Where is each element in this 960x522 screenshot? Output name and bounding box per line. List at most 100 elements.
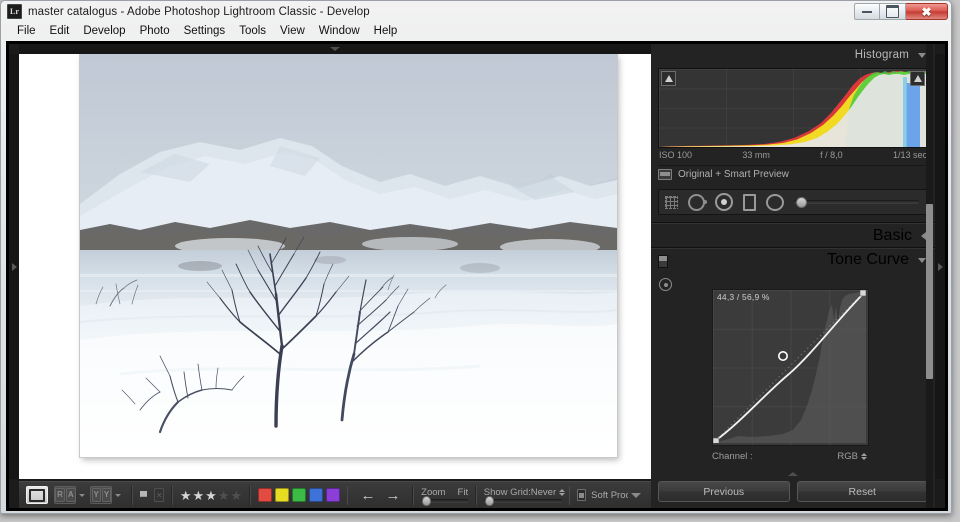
zoom-slider-track[interactable] [421, 496, 469, 506]
star-5[interactable]: ★ [230, 489, 242, 502]
crop-overlay-tool[interactable] [665, 195, 678, 209]
minimize-button[interactable] [854, 3, 880, 20]
before-after-dropdown-icon[interactable] [79, 493, 86, 497]
rating-stars[interactable]: ★ ★ ★ ★ ★ [180, 489, 242, 502]
tool-slider-track[interactable] [794, 197, 919, 208]
highlight-clipping-button[interactable] [910, 71, 925, 86]
tool-slider-knob[interactable] [796, 197, 807, 208]
tone-curve-svg [713, 290, 866, 443]
show-grid-control[interactable]: Show Grid: Never [483, 487, 566, 506]
show-grid-slider-knob[interactable] [484, 496, 494, 506]
show-grid-value[interactable]: Never [531, 487, 556, 498]
photo-frame[interactable] [80, 54, 617, 457]
preview-status-row[interactable]: Original + Smart Preview [658, 165, 928, 183]
menu-tools[interactable]: Tools [232, 24, 273, 38]
star-1[interactable]: ★ [180, 489, 192, 502]
tone-curve-graph[interactable]: 44,3 / 56,9 % [712, 289, 869, 446]
channel-value[interactable]: RGB [837, 451, 858, 462]
label-yellow[interactable] [274, 488, 289, 502]
divider [171, 485, 173, 505]
red-eye-icon [715, 193, 733, 211]
spot-removal-icon [688, 193, 707, 211]
before-after-view-button[interactable]: RA [54, 486, 77, 504]
soft-proofing-checkbox[interactable] [577, 489, 587, 501]
label-blue[interactable] [308, 488, 323, 502]
menu-edit[interactable]: Edit [43, 24, 77, 38]
image-canvas[interactable] [19, 54, 651, 479]
menu-develop[interactable]: Develop [76, 24, 132, 38]
spot-removal-tool[interactable] [688, 193, 707, 211]
tone-curve-toggle-switch[interactable] [658, 255, 668, 268]
chevron-up-icon [788, 472, 798, 476]
top-panel-toggle[interactable] [19, 44, 651, 54]
previous-button[interactable]: Previous [658, 481, 790, 502]
triangle-up-icon [664, 75, 673, 82]
star-2[interactable]: ★ [193, 489, 205, 502]
tone-curve-header[interactable]: Tone Curve [651, 249, 935, 271]
histogram-curves [659, 71, 927, 147]
targeted-adjustment-tool[interactable] [659, 278, 672, 291]
chevron-down-icon[interactable] [918, 52, 926, 58]
graduated-filter-tool[interactable] [743, 193, 756, 211]
compare-view-button[interactable]: YY [90, 486, 113, 504]
reset-button[interactable]: Reset [796, 481, 928, 502]
radial-filter-icon [766, 193, 784, 211]
zoom-slider-knob[interactable] [422, 496, 432, 506]
graduated-filter-icon [743, 193, 756, 211]
compare-dropdown-icon[interactable] [115, 493, 122, 497]
right-panel-bottom-toggle[interactable] [651, 470, 935, 478]
crop-icon [665, 195, 678, 209]
label-purple[interactable] [325, 488, 340, 502]
tone-curve-readout: 44,3 / 56,9 % [717, 292, 770, 302]
winter-landscape-svg [80, 54, 617, 457]
red-eye-tool[interactable] [715, 193, 733, 211]
next-photo-button[interactable]: → [385, 488, 400, 503]
develop-toolbar: RA YY ✕ ★ ★ ★ ★ ★ ← → Zoom Fit Show Grid… [19, 481, 651, 508]
menu-photo[interactable]: Photo [133, 24, 177, 38]
close-button[interactable]: ✖ [906, 3, 948, 20]
radial-filter-tool[interactable] [766, 193, 784, 211]
label-red[interactable] [257, 488, 272, 502]
chevron-down-icon[interactable] [918, 257, 926, 263]
menu-help[interactable]: Help [367, 24, 405, 38]
show-grid-spinner-icon[interactable] [559, 489, 566, 496]
workspace-inner: RA YY ✕ ★ ★ ★ ★ ★ ← → Zoom Fit Show Grid… [9, 44, 945, 508]
menu-view[interactable]: View [273, 24, 312, 38]
divider [475, 485, 477, 505]
lightroom-window: Lr master catalogus - Adobe Photoshop Li… [0, 0, 960, 522]
loupe-view-button[interactable] [26, 486, 49, 504]
smart-preview-icon [658, 169, 672, 180]
flag-pick-icon[interactable] [140, 490, 148, 497]
tone-curve-channel-row: Channel : RGB [712, 451, 867, 462]
basic-panel-header[interactable]: Basic [651, 224, 935, 247]
restore-button[interactable] [880, 3, 906, 20]
tool-size-slider[interactable] [794, 196, 919, 208]
star-4[interactable]: ★ [218, 489, 230, 502]
zoom-control[interactable]: Zoom Fit [421, 487, 469, 506]
label-green[interactable] [291, 488, 306, 502]
minimize-icon [862, 10, 872, 13]
lightroom-workspace: RA YY ✕ ★ ★ ★ ★ ★ ← → Zoom Fit Show Grid… [6, 41, 948, 511]
previous-photo-button[interactable]: ← [360, 488, 375, 503]
histogram-graph[interactable] [658, 68, 928, 148]
zoom-value: Fit [457, 487, 469, 498]
left-panel-toggle[interactable] [9, 54, 19, 479]
flag-reject-icon[interactable]: ✕ [154, 488, 165, 502]
toolbar-options-dropdown-icon[interactable] [631, 492, 641, 498]
star-3[interactable]: ★ [205, 489, 217, 502]
right-panel-scrollbar-thumb[interactable] [926, 204, 933, 379]
menu-settings[interactable]: Settings [177, 24, 233, 38]
right-panel-toggle[interactable] [935, 54, 945, 479]
window-controls: ✖ [854, 3, 948, 20]
menu-window[interactable]: Window [312, 24, 367, 38]
tone-curve-title: Tone Curve [827, 251, 909, 268]
soft-proofing-label: Soft Proofing [591, 489, 628, 501]
menu-file[interactable]: File [10, 24, 43, 38]
show-grid-slider-track[interactable] [483, 496, 562, 506]
channel-spinner-icon[interactable] [861, 453, 867, 460]
histogram-header[interactable]: Histogram [651, 44, 935, 66]
title-bar: Lr master catalogus - Adobe Photoshop Li… [1, 1, 951, 22]
channel-label: Channel : [712, 451, 753, 462]
shadow-clipping-button[interactable] [661, 71, 676, 86]
chevron-down-icon [330, 47, 340, 51]
